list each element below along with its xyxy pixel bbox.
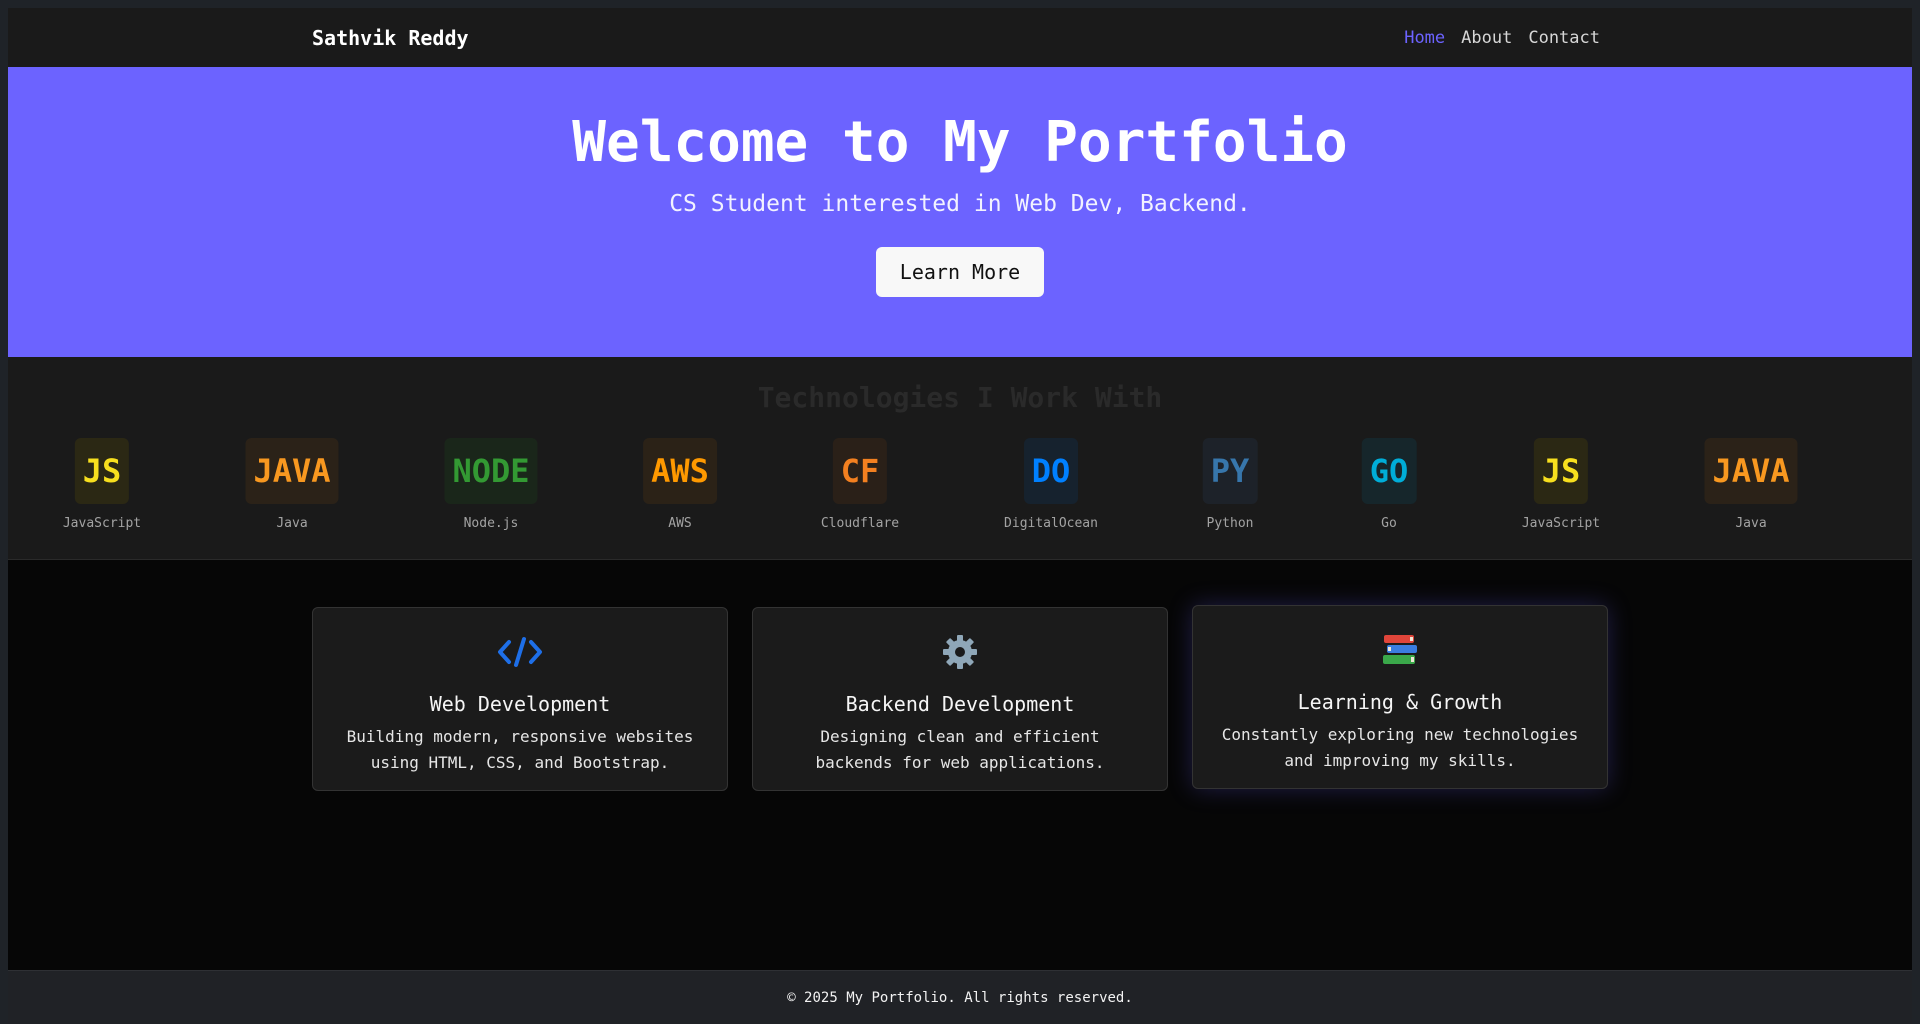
hero-section: Welcome to My Portfolio CS Student inter… (8, 67, 1912, 357)
tech-badge-icon: JAVA (1704, 438, 1798, 504)
technologies-heading: Technologies I Work With (757, 381, 1163, 414)
tech-label: JavaScript (1521, 516, 1601, 531)
tech-label: Cloudflare (820, 516, 900, 531)
tech-label: JavaScript (62, 516, 142, 531)
tech-label: Java (1735, 516, 1767, 531)
tech-item-cloudflare: CF Cloudflare (821, 438, 899, 531)
tech-item-aws: AWS AWS (643, 438, 717, 531)
tech-item-go: GO Go (1361, 438, 1417, 531)
technologies-carousel: JS JavaScript JAVA Java NODE Node.js AWS AWS CF C… (8, 438, 1912, 548)
code-icon (497, 630, 543, 674)
books-icon (1380, 628, 1420, 672)
tech-item-node-js: NODE Node.js (444, 438, 538, 531)
tech-item-digitalocean: DO DigitalOcean (1004, 438, 1098, 531)
gear-icon (941, 630, 979, 674)
tech-badge-icon: JAVA (245, 438, 339, 504)
technologies-section: Technologies I Work With JS JavaScript JAV… (8, 357, 1912, 560)
card-text: Building modern, responsive websites usi… (346, 727, 694, 772)
tech-badge-icon: PY (1202, 438, 1258, 504)
nav-links: Home About Contact (1404, 28, 1600, 48)
tech-label: DigitalOcean (1004, 516, 1098, 531)
card-learning-growth: Learning & Growth Constantly exploring n… (1192, 605, 1608, 789)
card-web-development: Web Development Building modern, respons… (312, 607, 728, 791)
tech-badge-icon: DO (1023, 438, 1079, 504)
card-text: Constantly exploring new technologies an… (1221, 725, 1579, 770)
hero-subtitle: CS Student interested in Web Dev, Backen… (669, 191, 1251, 217)
tech-item-javascript: JS JavaScript (1522, 438, 1600, 531)
footer-copyright: © 2025 My Portfolio. All rights reserved… (787, 989, 1133, 1006)
learn-more-button[interactable]: Learn More (875, 247, 1045, 297)
tech-badge-icon: JS (1533, 438, 1589, 504)
tech-item-java: JAVA Java (245, 438, 339, 531)
tech-label: Java (276, 516, 308, 531)
nav-link-home[interactable]: Home (1404, 28, 1445, 48)
nav-link-about[interactable]: About (1461, 28, 1512, 48)
footer: © 2025 My Portfolio. All rights reserved… (8, 970, 1912, 1024)
brand-name[interactable]: Sathvik Reddy (312, 26, 469, 50)
page: Sathvik Reddy Home About Contact Welcome… (8, 8, 1912, 1024)
card-title: Web Development (429, 692, 611, 716)
tech-item-java: JAVA Java (1704, 438, 1798, 531)
hero-title: Welcome to My Portfolio (572, 110, 1348, 175)
tech-label: AWS (668, 516, 692, 531)
nav-link-contact[interactable]: Contact (1528, 28, 1600, 48)
card-backend-development: Backend Development Designing clean and … (752, 607, 1168, 791)
tech-badge-icon: GO (1361, 438, 1417, 504)
card-title: Learning & Growth (1297, 690, 1503, 714)
tech-label: Node.js (463, 516, 519, 531)
tech-badge-icon: CF (832, 438, 888, 504)
tech-label: Python (1206, 516, 1254, 531)
card-text: Designing clean and efficient backends f… (815, 727, 1105, 772)
tech-item-javascript: JS JavaScript (63, 438, 141, 531)
tech-label: Go (1381, 516, 1397, 531)
feature-cards: Web Development Building modern, respons… (312, 605, 1608, 791)
tech-badge-icon: JS (74, 438, 130, 504)
navbar: Sathvik Reddy Home About Contact (8, 8, 1912, 67)
tech-badge-icon: NODE (444, 438, 538, 504)
tech-item-python: PY Python (1202, 438, 1258, 531)
card-title: Backend Development (845, 692, 1075, 716)
tech-badge-icon: AWS (643, 438, 717, 504)
